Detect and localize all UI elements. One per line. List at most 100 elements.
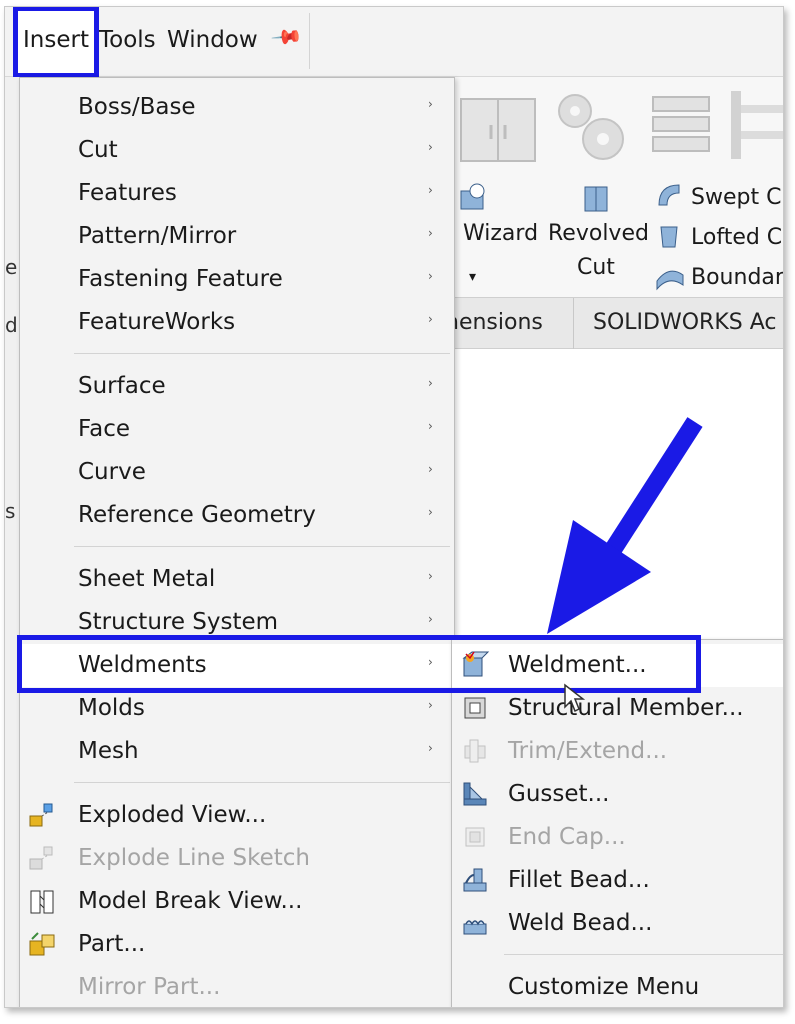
hole-wizard-label[interactable]: Wizard (463, 221, 538, 246)
menu-item-label: Molds (78, 695, 145, 721)
trim-extend-icon (464, 739, 486, 763)
pin-icon[interactable]: 📌 (270, 20, 305, 54)
submenu-arrow-icon: › (428, 140, 433, 154)
weld-bead-icon (463, 920, 487, 935)
menu-item-part[interactable]: Part... (20, 923, 454, 966)
menu-item-label: Model Break View... (78, 888, 303, 914)
submenu-divider (504, 954, 783, 955)
left-fragment: e (5, 255, 18, 279)
left-fragment: s (5, 499, 16, 523)
insert-menu: Boss/Base › Cut › Features › Pattern/Mir… (19, 77, 455, 1007)
submenu-arrow-icon: › (428, 462, 433, 476)
swept-cut-icon[interactable] (655, 181, 683, 209)
menu-item-label: Mesh (78, 738, 139, 764)
menu-item-molds[interactable]: Molds › (20, 687, 454, 730)
menu-item-label: Curve (78, 459, 146, 485)
submenu-arrow-icon: › (428, 312, 433, 326)
submenu-arrow-icon: › (428, 97, 433, 111)
menu-item-label: Surface (78, 373, 166, 399)
menu-item-features[interactable]: Features › (20, 172, 454, 215)
submenu-arrow-icon: › (428, 741, 433, 755)
menu-item-label: Sheet Metal (78, 566, 216, 592)
menu-item-explode-line-sketch: Explode Line Sketch (20, 837, 454, 880)
submenu-arrow-icon: › (428, 698, 433, 712)
revolved-cut-label-1[interactable]: Revolved (548, 221, 649, 246)
weldments-highlight-box (17, 635, 701, 693)
menu-divider (74, 353, 450, 354)
menu-item-fillet-bead[interactable]: Fillet Bead... (452, 859, 783, 902)
boundary-cut-icon[interactable] (655, 263, 685, 291)
tab-solidworks-addins[interactable]: SOLIDWORKS Ac (593, 310, 776, 335)
menu-item-exploded-view[interactable]: Exploded View... (20, 794, 454, 837)
submenu-arrow-icon: › (428, 419, 433, 433)
revolved-cut-label-2[interactable]: Cut (577, 255, 615, 280)
menu-item-customize-menu[interactable]: Customize Menu (452, 966, 783, 1007)
submenu-item-label: Weld Bead... (508, 910, 653, 936)
menu-item-reference-geometry[interactable]: Reference Geometry › (20, 494, 454, 537)
menu-item-fastening-feature[interactable]: Fastening Feature › (20, 258, 454, 301)
end-cap-icon (465, 827, 485, 847)
submenu-arrow-icon: › (428, 376, 433, 390)
menu-window[interactable]: Window (167, 27, 258, 53)
submenu-item-label: Gusset... (508, 781, 610, 807)
callout-arrow-icon (547, 417, 703, 634)
menu-bar: Insert Tools Window 📌 (5, 7, 783, 78)
menu-item-label: Explode Line Sketch (78, 845, 310, 871)
menu-item-pattern-mirror[interactable]: Pattern/Mirror › (20, 215, 454, 258)
left-panel-strip: e d s (5, 77, 19, 1007)
menu-tools[interactable]: Tools (99, 27, 156, 53)
menu-item-label: Features (78, 180, 177, 206)
menu-item-featureworks[interactable]: FeatureWorks › (20, 301, 454, 344)
mouse-cursor-icon (564, 683, 585, 713)
swept-cut-label[interactable]: Swept Cu (691, 185, 783, 210)
tab-dimensions[interactable]: nensions (445, 310, 543, 335)
menu-item-boss-base[interactable]: Boss/Base › (20, 86, 454, 129)
chevron-down-icon[interactable]: ▾ (469, 269, 476, 285)
menu-item-weld-bead[interactable]: Weld Bead... (452, 902, 783, 945)
hole-wizard-icon[interactable] (457, 181, 491, 215)
submenu-item-label: Structural Member... (508, 695, 744, 721)
structural-member-icon (464, 697, 486, 719)
revolved-cut-icon[interactable] (579, 181, 613, 215)
menu-item-face[interactable]: Face › (20, 408, 454, 451)
lofted-cut-label[interactable]: Lofted Cu (691, 225, 783, 250)
menu-item-mesh[interactable]: Mesh › (20, 730, 454, 773)
menu-insert[interactable]: Insert (23, 27, 89, 53)
submenu-item-label: Trim/Extend... (508, 738, 668, 764)
menu-item-gusset[interactable]: Gusset... (452, 773, 783, 816)
menu-item-curve[interactable]: Curve › (20, 451, 454, 494)
exploded-view-icon (29, 803, 53, 827)
boundary-cut-label[interactable]: Boundary (691, 265, 783, 290)
menu-item-cut[interactable]: Cut › (20, 129, 454, 172)
weldments-submenu: Weldment... Structural Member... Trim/Ex… (451, 639, 783, 1007)
cabinet-icon[interactable] (453, 87, 543, 167)
submenu-arrow-icon: › (428, 183, 433, 197)
menu-item-label: Exploded View... (78, 802, 267, 828)
menu-divider (74, 782, 450, 783)
model-break-view-icon (30, 890, 54, 914)
menu-item-label: Structure System (78, 609, 279, 635)
gears-icon[interactable] (545, 83, 635, 167)
menu-item-sheet-metal[interactable]: Sheet Metal › (20, 558, 454, 601)
solidworks-window: Insert Tools Window 📌 Wizard ▾ Revolved … (4, 6, 784, 1008)
menu-divider (74, 546, 450, 547)
menu-item-structural-member[interactable]: Structural Member... (452, 687, 783, 730)
menu-item-label: Fastening Feature (78, 266, 283, 292)
menu-item-label: Reference Geometry (78, 502, 316, 528)
lofted-cut-icon[interactable] (655, 223, 683, 251)
menu-item-mirror-part: Mirror Part... (20, 966, 454, 1007)
menu-item-trim-extend: Trim/Extend... (452, 730, 783, 773)
structure-icon[interactable] (727, 87, 784, 163)
explode-line-sketch-icon (29, 846, 53, 870)
submenu-item-label: Fillet Bead... (508, 867, 650, 893)
submenu-arrow-icon: › (428, 569, 433, 583)
menu-item-label: FeatureWorks (78, 309, 236, 335)
menu-item-end-cap: End Cap... (452, 816, 783, 859)
menu-item-label: Pattern/Mirror (78, 223, 237, 249)
submenu-arrow-icon: › (428, 505, 433, 519)
menu-item-surface[interactable]: Surface › (20, 365, 454, 408)
menu-item-model-break-view[interactable]: Model Break View... (20, 880, 454, 923)
menu-item-label: Face (78, 416, 131, 442)
submenu-arrow-icon: › (428, 269, 433, 283)
layers-icon[interactable] (641, 89, 721, 159)
